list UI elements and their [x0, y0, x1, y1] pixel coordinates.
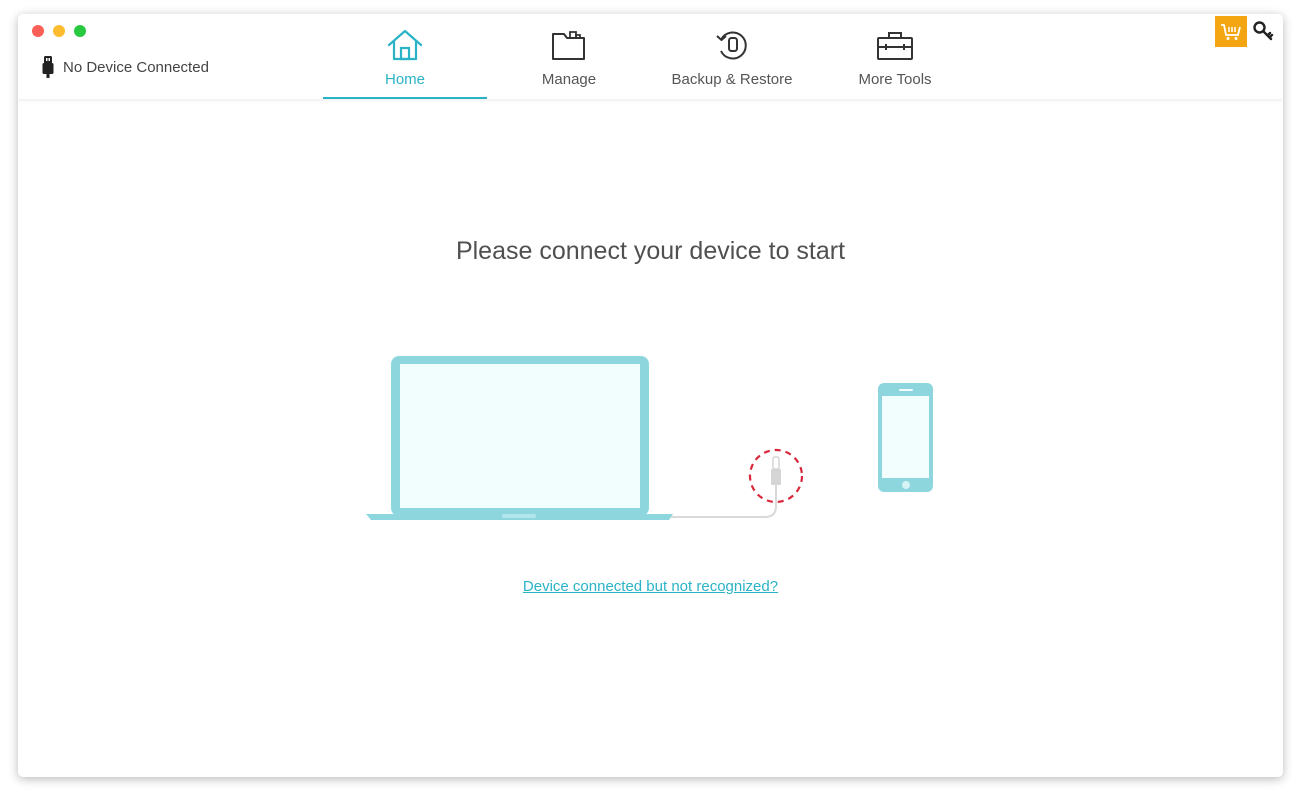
- toolbox-icon: [877, 32, 913, 60]
- device-status-text: No Device Connected: [63, 58, 209, 76]
- help-link-container: Device connected but not recognized?: [18, 578, 1283, 595]
- tab-backup-restore-label: Backup & Restore: [671, 71, 793, 88]
- usb-plug-icon: [42, 56, 54, 78]
- device-not-recognized-link[interactable]: Device connected but not recognized?: [523, 578, 778, 595]
- tab-more-tools-label: More Tools: [858, 71, 932, 88]
- key-icon[interactable]: [1252, 20, 1274, 42]
- tab-backup-restore[interactable]: Backup & Restore: [650, 14, 814, 99]
- tab-home[interactable]: Home: [323, 14, 487, 99]
- page-title: Please connect your device to start: [455, 237, 846, 265]
- home-icon: [387, 29, 423, 61]
- cable-illustration: [671, 483, 777, 518]
- window-minimize-button[interactable]: [53, 25, 65, 37]
- tab-more-tools[interactable]: More Tools: [813, 14, 977, 99]
- buy-button[interactable]: [1215, 16, 1247, 47]
- header-bar: No Device Connected Home Manage Backup &…: [18, 14, 1283, 99]
- connect-device-illustration: [366, 356, 933, 520]
- lightning-connector: [771, 456, 781, 485]
- tab-manage-label: Manage: [541, 71, 597, 88]
- window-close-button[interactable]: [32, 25, 44, 37]
- shopping-cart-icon: [1221, 23, 1241, 40]
- tab-home-label: Home: [384, 71, 425, 88]
- folder-icon: [552, 31, 585, 60]
- device-status: No Device Connected: [42, 56, 209, 78]
- phone-illustration: [878, 383, 933, 492]
- laptop-illustration: [366, 356, 673, 520]
- app-window: No Device Connected Home Manage Backup &…: [18, 14, 1283, 777]
- tab-manage[interactable]: Manage: [487, 14, 651, 99]
- backup-restore-icon: [716, 31, 747, 60]
- window-maximize-button[interactable]: [74, 25, 86, 37]
- active-tab-indicator: [323, 97, 487, 99]
